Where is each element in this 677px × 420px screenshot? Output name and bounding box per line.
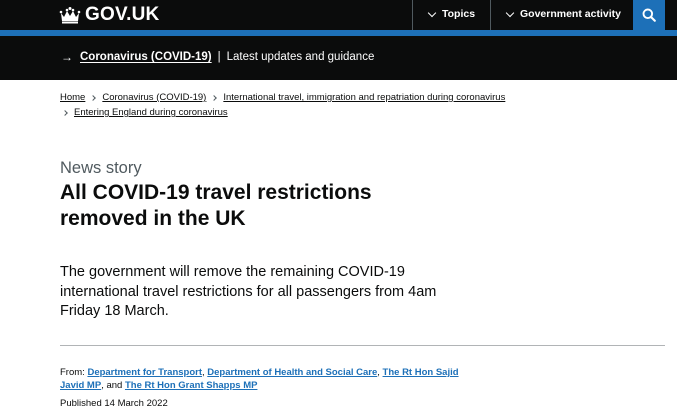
topics-menu-button[interactable]: Topics (427, 8, 476, 20)
published-date: Published 14 March 2022 (60, 398, 168, 409)
breadcrumb-link-coronavirus[interactable]: Coronavirus (COVID-19) (102, 90, 206, 105)
chevron-right-icon (62, 109, 68, 116)
banner-separator: | (217, 51, 221, 63)
and-text: , and (101, 380, 123, 391)
govuk-logo-link[interactable]: GOV.UK (59, 4, 159, 26)
breadcrumb-link-home[interactable]: Home (60, 90, 85, 105)
coronavirus-banner-link[interactable]: Coronavirus (COVID-19) (80, 51, 212, 63)
search-icon (642, 8, 656, 22)
government-activity-menu-button[interactable]: Government activity (505, 8, 621, 20)
lead-paragraph: The government will remove the remaining… (60, 264, 437, 319)
site-header: GOV.UK Topics Government activity (0, 0, 677, 31)
org-link-dhsc[interactable]: Department of Health and Social Care (207, 367, 377, 378)
from-label: From: (60, 367, 85, 378)
arrow-right-icon: → (61, 50, 73, 64)
section-divider (60, 345, 665, 346)
banner-text: Latest updates and guidance (226, 51, 375, 63)
breadcrumb: Home Coronavirus (COVID-19) Internationa… (60, 90, 660, 120)
metadata-from: From: Department for Transport, Departme… (60, 366, 460, 392)
search-button[interactable] (633, 0, 665, 30)
page-title: All COVID-19 travel restrictions removed… (60, 181, 372, 230)
nav-divider (412, 0, 413, 30)
chevron-down-icon (505, 8, 515, 17)
chevron-right-icon (90, 94, 97, 101)
page-caption: News story (60, 159, 142, 177)
coronavirus-banner: → Coronavirus (COVID-19) | Latest update… (0, 36, 677, 80)
org-link-department-for-transport[interactable]: Department for Transport (87, 367, 202, 378)
nav-divider (490, 0, 491, 30)
comma: , (377, 367, 380, 378)
org-link-grant-shapps[interactable]: The Rt Hon Grant Shapps MP (125, 380, 257, 391)
chevron-down-icon (427, 8, 437, 17)
government-activity-label: Government activity (520, 8, 621, 20)
topics-label: Topics (442, 8, 476, 20)
chevron-right-icon (211, 94, 218, 101)
comma: , (202, 367, 205, 378)
breadcrumb-link-international-travel[interactable]: International travel, immigration and re… (223, 90, 505, 105)
breadcrumb-link-entering-england[interactable]: Entering England during coronavirus (74, 105, 228, 120)
crown-icon (59, 7, 81, 24)
logo-text: GOV.UK (85, 4, 160, 25)
